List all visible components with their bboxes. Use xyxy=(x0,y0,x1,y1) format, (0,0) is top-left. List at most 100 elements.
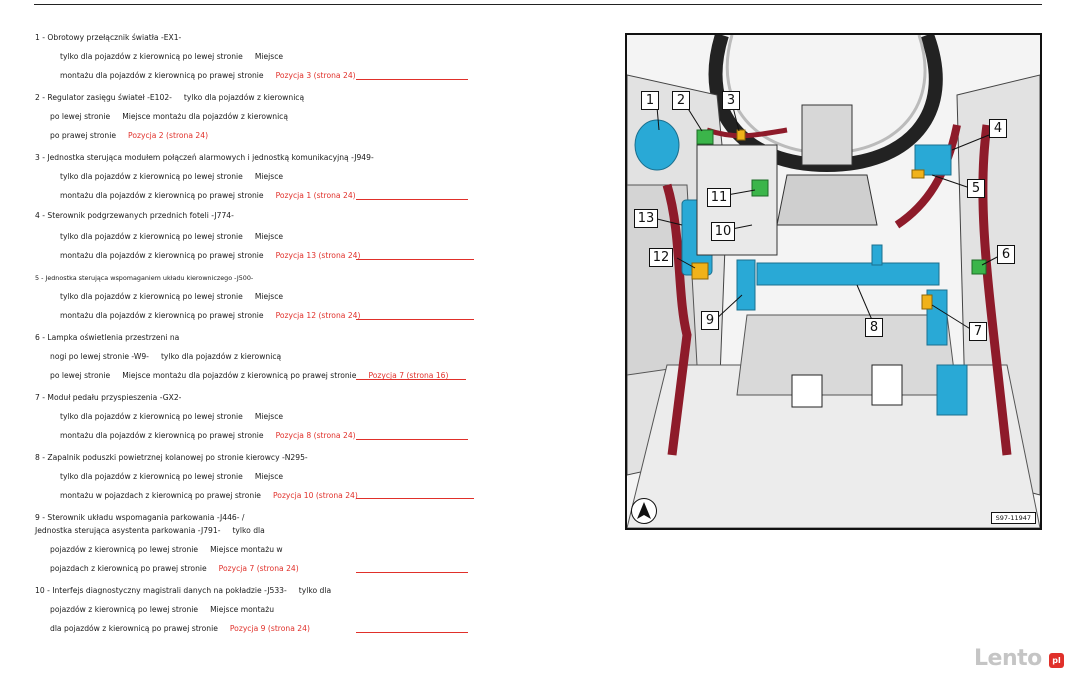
answer-underline xyxy=(356,498,474,499)
legend-line: tylko dla pojazdów z kierownicą po lewej… xyxy=(60,52,283,62)
callout-2: 2 xyxy=(672,91,690,110)
callout-1: 1 xyxy=(641,91,659,110)
legend-text: montażu dla pojazdów z kierownicą po pra… xyxy=(60,191,264,200)
legend-line: montażu dla pojazdów z kierownicą po pra… xyxy=(60,191,356,201)
callout-12: 12 xyxy=(649,248,673,267)
legend-text: tylko dla pojazdów z kierownicą po lewej… xyxy=(60,472,243,481)
legend-text: nogi po lewej stronie -W9- xyxy=(50,352,149,361)
legend-line: pojazdach z kierownicą po prawej stronie… xyxy=(50,564,299,574)
legend-text: Miejsce xyxy=(254,232,284,241)
legend-line: po prawej stronie Pozycja 2 (strona 24) xyxy=(50,131,208,141)
legend-line: 8 - Zapalnik poduszki powietrznej kolano… xyxy=(35,453,308,463)
legend-text: Miejsce montażu dla pojazdów z kierownic… xyxy=(122,112,289,121)
legend-text: tylko dla pojazdów z kierownicą po lewej… xyxy=(60,232,243,241)
legend-line: nogi po lewej stronie -W9- tylko dla poja… xyxy=(50,352,281,362)
legend-text: tylko dla xyxy=(298,586,332,595)
position-reference: Pozycja 2 (strona 24) xyxy=(128,131,209,140)
legend-line: pojazdów z kierownicą po lewej stronie Mi… xyxy=(50,605,274,615)
legend-text: Miejsce montażu w xyxy=(210,545,283,554)
legend-text: po prawej stronie xyxy=(50,131,117,140)
legend-text: 3 - Jednostka sterująca modułem połączeń… xyxy=(35,153,374,162)
legend-line: montażu w pojazdach z kierownicą po praw… xyxy=(60,491,358,501)
legend-text: Miejsce xyxy=(254,172,284,181)
legend-text: po lewej stronie xyxy=(50,371,111,380)
callout-13: 13 xyxy=(634,209,658,228)
legend-line: 7 - Moduł pedału przyspieszenia -GX2- xyxy=(35,393,181,403)
legend-text: 5 - Jednostka sterująca wspomaganiem ukł… xyxy=(35,274,254,282)
legend-text: Miejsce montażu dla pojazdów z kierownic… xyxy=(122,371,357,380)
position-reference: Pozycja 12 (strona 24) xyxy=(275,311,361,320)
legend-line: pojazdów z kierownicą po lewej stronie Mi… xyxy=(50,545,283,555)
legend-line: 4 - Sterownik podgrzewanych przednich fo… xyxy=(35,211,234,221)
legend-text: 1 - Obrotowy przełącznik światła -EX1- xyxy=(35,33,182,42)
legend-text: Jednostka sterująca asystenta parkowania… xyxy=(35,526,221,535)
position-reference: Pozycja 8 (strona 24) xyxy=(275,431,356,440)
legend-text: pojazdów z kierownicą po lewej stronie xyxy=(50,545,199,554)
legend-text: tylko dla pojazdów z kierownicą po lewej… xyxy=(60,412,243,421)
legend-line: montażu dla pojazdów z kierownicą po pra… xyxy=(60,251,360,261)
legend-text: pojazdach z kierownicą po prawej stronie xyxy=(50,564,207,573)
legend-text: Miejsce xyxy=(254,52,284,61)
callout-7: 7 xyxy=(969,322,987,341)
callout-5: 5 xyxy=(967,179,985,198)
answer-underline xyxy=(356,379,466,380)
legend-text: 7 - Moduł pedału przyspieszenia -GX2- xyxy=(35,393,182,402)
legend-text: tylko dla pojazdów z kierownicą po lewej… xyxy=(60,52,243,61)
legend-text: 9 - Sterownik układu wspomagania parkowa… xyxy=(35,513,245,522)
legend-text: tylko dla pojazdów z kierownicą xyxy=(183,93,305,102)
legend-line: montażu dla pojazdów z kierownicą po pra… xyxy=(60,71,356,81)
callout-9: 9 xyxy=(701,311,719,330)
position-reference: Pozycja 10 (strona 24) xyxy=(272,491,358,500)
legend-text: 4 - Sterownik podgrzewanych przednich fo… xyxy=(35,211,234,220)
legend-text: 10 - Interfejs diagnostyczny magistrali … xyxy=(35,586,287,595)
legend-line: tylko dla pojazdów z kierownicą po lewej… xyxy=(60,232,283,242)
legend-text: Miejsce xyxy=(254,472,284,481)
legend-text: dla pojazdów z kierownicą po prawej stro… xyxy=(50,624,218,633)
legend-text: Miejsce montażu xyxy=(210,605,275,614)
callout-6: 6 xyxy=(997,245,1015,264)
callout-8: 8 xyxy=(865,318,883,337)
answer-underline xyxy=(356,79,468,80)
legend-text: tylko dla pojazdów z kierownicą xyxy=(160,352,282,361)
legend-text: 6 - Lampka oświetlenia przestrzeni na xyxy=(35,333,180,342)
legend-line: tylko dla pojazdów z kierownicą po lewej… xyxy=(60,412,283,422)
answer-underline xyxy=(356,632,468,633)
position-reference: Pozycja 9 (strona 24) xyxy=(229,624,310,633)
watermark-logo: Lento xyxy=(974,646,1042,671)
legend-line: 2 - Regulator zasięgu świateł -E102- tylk… xyxy=(35,93,304,103)
legend-text: tylko dla pojazdów z kierownicą po lewej… xyxy=(60,292,243,301)
callout-10: 10 xyxy=(711,222,735,241)
legend-text: tylko dla xyxy=(232,526,265,535)
legend-line: 5 - Jednostka sterująca wspomaganiem ukł… xyxy=(35,273,253,283)
legend-line: 10 - Interfejs diagnostyczny magistrali … xyxy=(35,586,331,596)
legend-line: Jednostka sterująca asystenta parkowania… xyxy=(35,526,265,536)
legend-line: tylko dla pojazdów z kierownicą po lewej… xyxy=(60,472,283,482)
legend-line: tylko dla pojazdów z kierownicą po lewej… xyxy=(60,292,283,302)
answer-underline xyxy=(356,572,468,573)
position-reference: Pozycja 7 (strona 24) xyxy=(218,564,299,573)
legend-text: Miejsce xyxy=(254,292,284,301)
component-legend: 1 - Obrotowy przełącznik światła -EX1- ty… xyxy=(0,0,600,681)
legend-line: 1 - Obrotowy przełącznik światła -EX1- xyxy=(35,33,181,43)
legend-line: dla pojazdów z kierownicą po prawej stro… xyxy=(50,624,310,634)
watermark-badge: pl xyxy=(1049,653,1064,668)
north-arrow-icon xyxy=(631,498,657,524)
legend-line: tylko dla pojazdów z kierownicą po lewej… xyxy=(60,172,283,182)
answer-underline xyxy=(356,199,468,200)
legend-line: po lewej stronie Miejsce montażu dla poja… xyxy=(50,112,288,122)
legend-text: montażu w pojazdach z kierownicą po praw… xyxy=(60,491,261,500)
figure-code: S97-11947 xyxy=(990,512,1036,524)
answer-underline xyxy=(356,259,474,260)
legend-text: pojazdów z kierownicą po lewej stronie xyxy=(50,605,199,614)
legend-text: montażu dla pojazdów z kierownicą po pra… xyxy=(60,71,264,80)
legend-text: 8 - Zapalnik poduszki powietrznej kolano… xyxy=(35,453,308,462)
legend-text: montażu dla pojazdów z kierownicą po pra… xyxy=(60,431,264,440)
position-reference: Pozycja 13 (strona 24) xyxy=(275,251,361,260)
legend-line: 9 - Sterownik układu wspomagania parkowa… xyxy=(35,513,244,523)
legend-line: 6 - Lampka oświetlenia przestrzeni na xyxy=(35,333,179,343)
legend-text: montażu dla pojazdów z kierownicą po pra… xyxy=(60,251,264,260)
legend-line: montażu dla pojazdów z kierownicą po pra… xyxy=(60,431,356,441)
legend-text: tylko dla pojazdów z kierownicą po lewej… xyxy=(60,172,243,181)
position-reference: Pozycja 3 (strona 24) xyxy=(275,71,356,80)
legend-text: Miejsce xyxy=(254,412,284,421)
